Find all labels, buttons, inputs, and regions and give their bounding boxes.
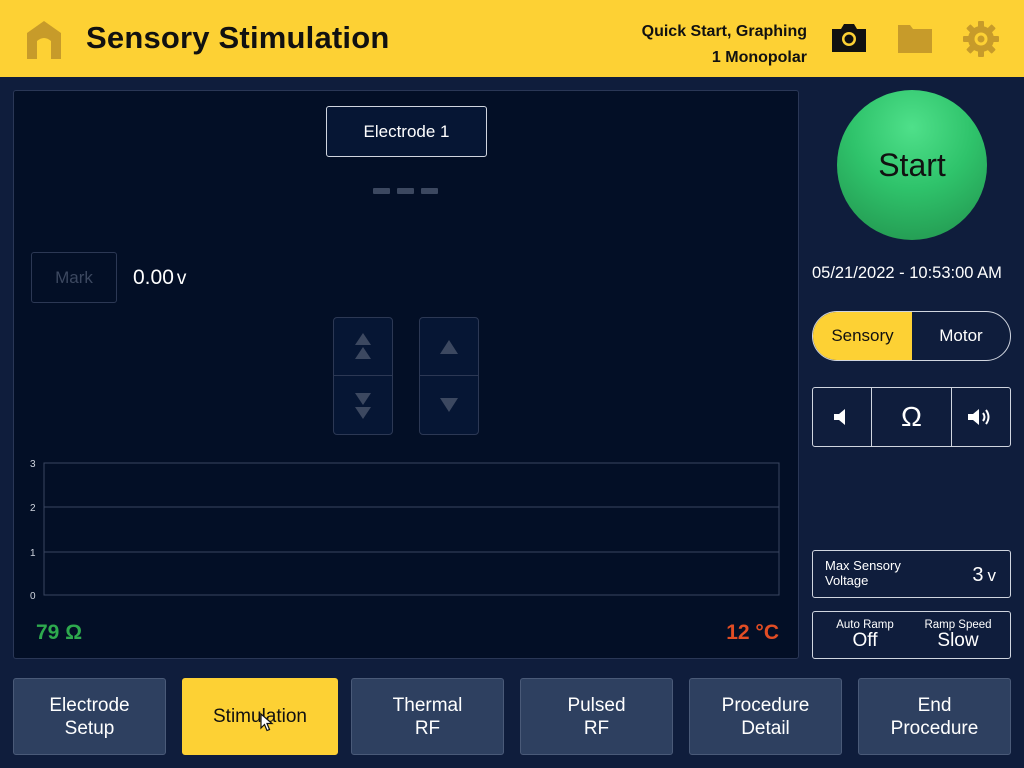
nav-label-line1: Procedure [721,694,810,716]
y-tick-0: 0 [30,591,36,601]
speaker-high-icon [968,409,990,425]
chart-plot-area [43,462,780,596]
auto-ramp-value: Off [852,630,878,651]
double-chevron-up-icon [355,332,371,359]
mode-toggle: Sensory Motor [812,311,1011,361]
folder-icon[interactable] [896,20,934,58]
fine-adjust-control [419,317,479,435]
motor-mode-button[interactable]: Motor [912,312,1010,360]
datetime-display: 05/21/2022 - 10:53:00 AM [812,264,1002,282]
home-icon[interactable] [25,19,63,59]
procedure-info: Quick Start, Graphing 1 Monopolar [642,19,807,71]
max-voltage-setting[interactable]: Max Sensory Voltage 3v [812,550,1011,598]
ramp-settings[interactable]: Auto Ramp Off Ramp Speed Slow [812,611,1011,659]
impedance-button[interactable]: Ω [872,388,952,446]
nav-label-line1: Electrode [49,694,130,716]
electrode-select-button[interactable]: Electrode 1 [326,106,487,157]
page-title: Sensory Stimulation [86,20,390,55]
chevron-down-icon [440,398,458,412]
coarse-adjust-control [333,317,393,435]
stimulation-panel: Electrode 1 Mark 0.00 v 3 2 1 0 79 Ω 12 °… [13,90,799,659]
max-voltage-value: 3v [972,564,996,587]
start-button[interactable]: Start [837,90,987,240]
fine-decrease-button[interactable] [420,376,478,434]
y-tick-3: 3 [30,459,36,470]
header-bar: Sensory Stimulation Quick Start, Graphin… [0,0,1024,77]
max-voltage-label: Max Sensory Voltage [825,558,901,588]
voltage-chart: 3 2 1 0 [30,459,780,601]
nav-label-line2: Setup [64,717,115,739]
volume-down-button[interactable] [813,388,872,446]
temperature-readout: 12 °C [726,621,779,644]
camera-icon[interactable] [830,20,868,58]
procedure-info-line1: Quick Start, Graphing [641,23,807,40]
procedure-info-line2: 1 Monopolar [711,49,807,66]
max-voltage-number: 3 [972,564,984,586]
voltage-value: 0.00 [133,266,174,289]
y-tick-1: 1 [30,548,36,559]
double-chevron-down-icon [355,393,371,419]
ramp-speed-value: Slow [937,630,979,651]
nav-electrode-setup[interactable]: Electrode Setup [13,678,166,755]
nav-label-line1: Thermal [392,694,463,716]
impedance-readout: 79 Ω [36,621,83,644]
nav-thermal-rf[interactable]: Thermal RF [351,678,504,755]
ramp-speed-setting: Ramp Speed Slow [919,619,997,651]
nav-label-line2: Procedure [890,717,979,739]
audio-controls: Ω [812,387,1011,447]
sensory-mode-button[interactable]: Sensory [813,312,912,360]
y-tick-2: 2 [30,503,36,514]
nav-label-line1: End [917,694,952,716]
nav-end-procedure[interactable]: End Procedure [858,678,1011,755]
chevron-up-icon [440,339,458,354]
coarse-decrease-button[interactable] [334,376,392,434]
volume-up-button[interactable] [952,388,1010,446]
coarse-increase-button[interactable] [334,318,392,376]
nav-pulsed-rf[interactable]: Pulsed RF [520,678,673,755]
mark-button[interactable]: Mark [31,252,117,303]
max-voltage-unit: v [987,566,997,585]
voltage-readout: 0.00 v [133,266,186,290]
reading-placeholder [373,188,438,194]
mouse-cursor-icon [260,713,274,732]
nav-label-line1: Pulsed [567,694,626,716]
gear-icon[interactable] [962,20,1000,58]
fine-increase-button[interactable] [420,318,478,376]
nav-label-line2: RF [414,717,441,739]
nav-procedure-detail[interactable]: Procedure Detail [689,678,842,755]
nav-label-line2: Detail [741,717,790,739]
speaker-low-icon [834,409,845,425]
nav-label-line2: RF [583,717,610,739]
auto-ramp-setting: Auto Ramp Off [831,619,899,651]
voltage-unit: v [176,268,187,289]
